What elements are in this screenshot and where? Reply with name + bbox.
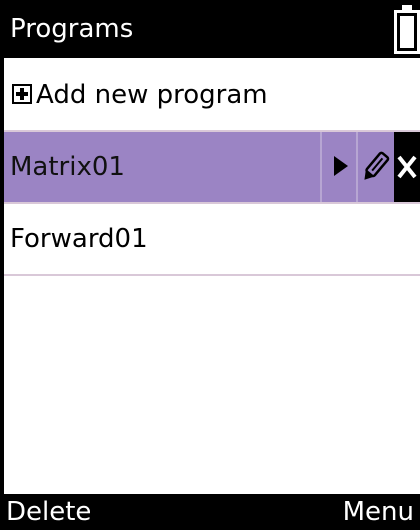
divider [4,274,420,276]
softkey-bar: Delete Menu [4,494,420,530]
pencil-icon [364,151,390,180]
phone-screen: Programs Add new program Matrix01 Forwar… [0,0,420,530]
plus-box-icon [12,84,32,104]
delete-program-button[interactable] [394,132,420,202]
run-program-button[interactable] [322,132,358,202]
play-icon [334,156,348,176]
battery-full-icon [394,5,420,54]
add-new-program-button[interactable]: Add new program [4,58,420,130]
menu-softkey[interactable]: Menu [343,494,414,530]
program-name: Matrix01 [10,152,125,182]
delete-softkey[interactable]: Delete [6,494,91,530]
edit-program-button[interactable] [358,132,394,202]
app-window: Programs Add new program Matrix01 Forwar… [4,0,420,530]
title-bar: Programs [4,0,420,58]
program-list-item[interactable]: Matrix01 [4,132,420,202]
close-icon [397,155,417,179]
add-new-program-label: Add new program [36,80,268,110]
program-name: Forward01 [10,224,148,254]
page-title: Programs [10,14,134,44]
program-list-item[interactable]: Forward01 [4,204,420,274]
